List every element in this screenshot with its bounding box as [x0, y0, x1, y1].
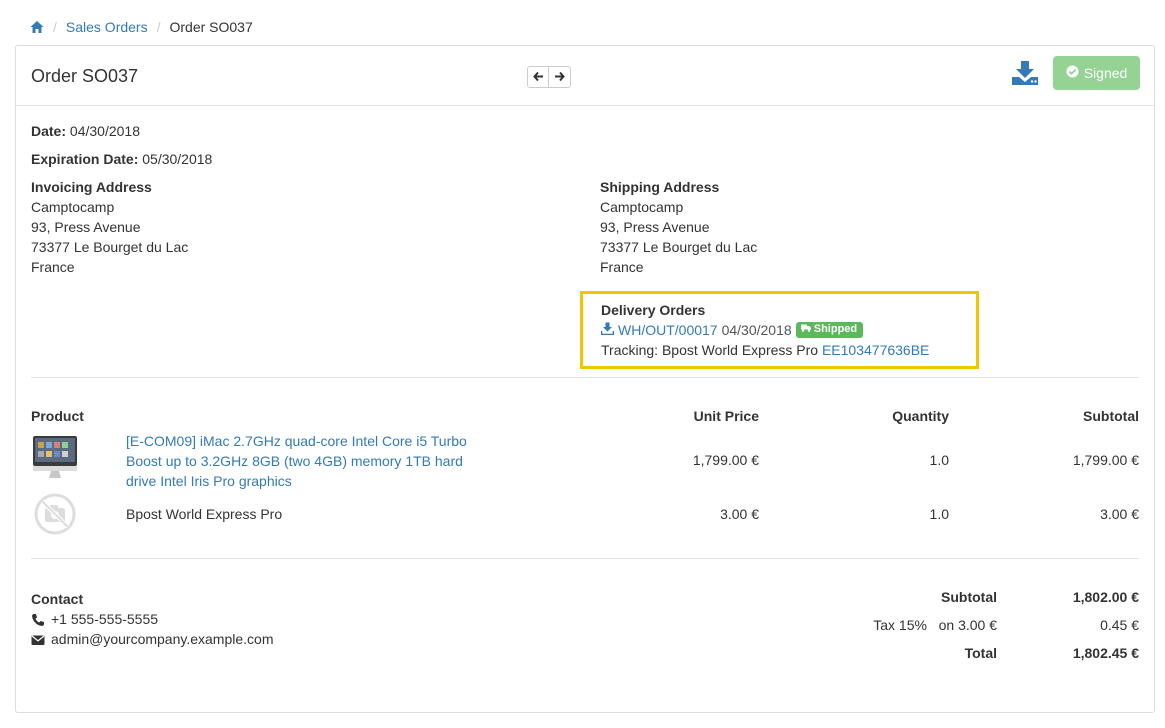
- delivery-orders-section: Delivery Orders WH/OUT/00017 04/30/2018 …: [580, 291, 979, 369]
- signed-button[interactable]: Signed: [1053, 56, 1140, 90]
- contact-phone-row: +1 555-555-5555: [31, 609, 274, 629]
- breadcrumb-current: Order SO037: [169, 19, 253, 35]
- order-title: Order SO037: [31, 66, 139, 86]
- product-image-placeholder: [33, 492, 77, 536]
- breadcrumb-separator: /: [53, 19, 57, 35]
- delivery-orders-title: Delivery Orders: [601, 302, 706, 318]
- address-line: 73377 Le Bourget du Lac: [31, 239, 189, 255]
- shipping-address: Shipping Address Camptocamp 93, Press Av…: [600, 177, 757, 277]
- product-name-line: Boost up to 3.2GHz 8GB (two 4GB) memory …: [126, 453, 463, 469]
- contact-email-row: admin@yourcompany.example.com: [31, 629, 274, 649]
- contact-email: admin@yourcompany.example.com: [51, 631, 274, 647]
- arrow-left-icon: [532, 69, 544, 85]
- breadcrumb-separator: /: [156, 19, 161, 35]
- expiration-date-label: Expiration Date:: [31, 151, 139, 167]
- product-link[interactable]: [E-COM09] iMac 2.7GHz quad-core Intel Co…: [126, 431, 486, 491]
- contact-phone: +1 555-555-5555: [51, 611, 159, 627]
- order-panel: Order SO037 Signed Date: 04/30/2018 Expi…: [15, 45, 1155, 713]
- unit-price-cell: 3.00 €: [720, 506, 759, 522]
- date-value: 04/30/2018: [69, 123, 140, 139]
- totals-subtotal-value: 1,802.00 €: [1072, 589, 1139, 605]
- divider: [31, 558, 1139, 559]
- breadcrumb: / Sales Orders / Order SO037: [30, 17, 253, 37]
- arrow-right-icon: [554, 69, 565, 85]
- phone-icon: [31, 612, 45, 626]
- download-icon[interactable]: [600, 320, 615, 340]
- column-header-quantity: Quantity: [892, 408, 949, 424]
- expiration-date: Expiration Date: 05/30/2018: [31, 151, 212, 167]
- breadcrumb-sales-orders-link[interactable]: Sales Orders: [66, 19, 148, 35]
- column-header-product: Product: [31, 408, 84, 424]
- order-header: Order SO037 Signed: [16, 46, 1154, 106]
- signed-label: Signed: [1083, 65, 1128, 81]
- record-pager: [527, 66, 571, 88]
- subtotal-cell: 3.00 €: [1100, 506, 1139, 522]
- address-line: France: [600, 259, 644, 275]
- delivery-order-row: WH/OUT/00017 04/30/2018 Shipped: [600, 320, 976, 340]
- check-circle-icon: [1066, 65, 1079, 81]
- product-image[interactable]: [32, 434, 78, 480]
- address-line: France: [31, 259, 75, 275]
- divider: [31, 377, 1139, 378]
- address-line: Camptocamp: [31, 199, 115, 215]
- tax-base: on 3.00 €: [938, 617, 997, 633]
- address-line: 73377 Le Bourget du Lac: [600, 239, 758, 255]
- envelope-icon: [31, 632, 45, 646]
- expiration-date-value: 05/30/2018: [142, 151, 213, 167]
- tracking-number-link[interactable]: EE103477636BE: [822, 342, 929, 358]
- date-label: Date:: [31, 123, 67, 139]
- address-line: 93, Press Avenue: [600, 219, 710, 235]
- product-name-line: drive Intel Iris Pro graphics: [126, 473, 292, 489]
- status-badge-label: Shipped: [813, 323, 858, 335]
- truck-icon: [800, 323, 814, 335]
- status-badge: Shipped: [795, 322, 864, 338]
- subtotal-cell: 1,799.00 €: [1072, 452, 1139, 468]
- tax-label: Tax 15%: [873, 617, 927, 633]
- order-date: Date: 04/30/2018: [31, 123, 140, 139]
- totals-subtotal-label: Subtotal: [941, 589, 997, 605]
- quantity-cell: 1.0: [929, 506, 949, 522]
- address-line: 93, Press Avenue: [31, 219, 141, 235]
- delivery-order-link[interactable]: WH/OUT/00017: [618, 320, 718, 340]
- shipping-address-title: Shipping Address: [600, 179, 720, 195]
- invoicing-address-title: Invoicing Address: [31, 179, 152, 195]
- product-name-line: [E-COM09] iMac 2.7GHz quad-core Intel Co…: [126, 433, 467, 449]
- download-button[interactable]: [1010, 59, 1040, 89]
- delivery-order-date: 04/30/2018: [721, 322, 792, 338]
- home-icon[interactable]: [30, 20, 44, 34]
- download-icon: [1011, 60, 1039, 89]
- column-header-subtotal: Subtotal: [1083, 408, 1139, 424]
- previous-record-button[interactable]: [527, 66, 549, 88]
- tracking-row: Tracking: Bpost World Express Pro EE1034…: [601, 340, 976, 360]
- product-name: Bpost World Express Pro: [126, 506, 283, 522]
- contact-section: Contact +1 555-555-5555 admin@yourcompan…: [31, 589, 274, 649]
- totals-total-label: Total: [964, 645, 997, 661]
- totals-total-value: 1,802.45 €: [1072, 645, 1139, 661]
- totals-tax-label: Tax 15% on 3.00 €: [798, 617, 997, 633]
- next-record-button[interactable]: [549, 66, 571, 88]
- quantity-cell: 1.0: [929, 452, 949, 468]
- totals-tax-value: 0.45 €: [1100, 617, 1139, 633]
- tracking-label: Tracking: Bpost World Express Pro: [601, 342, 819, 358]
- contact-title: Contact: [31, 591, 84, 607]
- unit-price-cell: 1,799.00 €: [692, 452, 759, 468]
- invoicing-address: Invoicing Address Camptocamp 93, Press A…: [31, 177, 188, 277]
- address-line: Camptocamp: [600, 199, 684, 215]
- column-header-unit-price: Unit Price: [693, 408, 759, 424]
